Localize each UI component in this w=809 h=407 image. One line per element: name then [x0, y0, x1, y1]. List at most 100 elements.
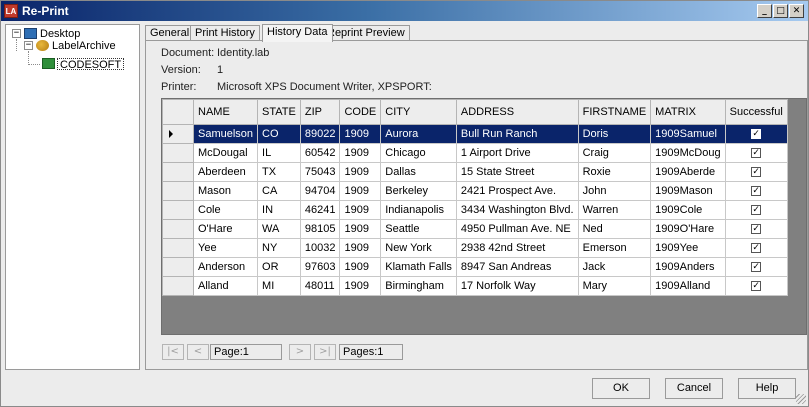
successful-checkbox-cell[interactable]: ✓: [724, 238, 788, 258]
cell-code[interactable]: 1909: [339, 181, 382, 201]
cell-name[interactable]: Mason: [192, 181, 259, 201]
checkbox[interactable]: ✓: [751, 262, 762, 273]
cell-matrix[interactable]: 1909Cole: [650, 200, 726, 220]
cell-zip[interactable]: 89022: [299, 124, 341, 144]
cell-name[interactable]: O'Hare: [192, 219, 259, 239]
tab-reprint-preview[interactable]: Reprint Preview: [322, 25, 410, 41]
row-header[interactable]: [162, 257, 194, 277]
cell-code[interactable]: 1909: [339, 219, 382, 239]
cell-code[interactable]: 1909: [339, 162, 382, 182]
column-header-name[interactable]: NAME: [192, 99, 259, 125]
cell-state[interactable]: WA: [257, 219, 301, 239]
cell-address[interactable]: 1 Airport Drive: [455, 143, 579, 163]
column-header-matrix[interactable]: MATRIX: [650, 99, 726, 125]
cell-state[interactable]: OR: [257, 257, 301, 277]
cell-code[interactable]: 1909: [339, 124, 382, 144]
cell-matrix[interactable]: 1909Yee: [650, 238, 726, 258]
tree-expander-desktop[interactable]: −: [12, 29, 21, 38]
cell-matrix[interactable]: 1909Alland: [650, 276, 726, 296]
cell-name[interactable]: Samuelson: [192, 124, 259, 144]
cell-name[interactable]: Anderson: [192, 257, 259, 277]
cell-name[interactable]: McDougal: [192, 143, 259, 163]
table-row[interactable]: O'Hare WA 98105 1909 Seattle 4950 Pullman Ave…: [162, 219, 788, 239]
tree-item-desktop[interactable]: Desktop: [40, 28, 80, 40]
tree-item-codesoft[interactable]: CODESOFT: [57, 58, 125, 71]
table-row[interactable]: Aberdeen TX 75043 1909 Dallas 15 State Street…: [162, 162, 788, 182]
cell-name[interactable]: Alland: [192, 276, 259, 296]
checkbox[interactable]: ✓: [751, 205, 762, 216]
table-row[interactable]: McDougal IL 60542 1909 Chicago 1 Airport Driv…: [162, 143, 788, 163]
cell-state[interactable]: CA: [257, 181, 301, 201]
cell-address[interactable]: 8947 San Andreas: [455, 257, 579, 277]
cell-firstname[interactable]: Craig: [577, 143, 652, 163]
cell-firstname[interactable]: Jack: [577, 257, 652, 277]
cell-state[interactable]: CO: [257, 124, 301, 144]
cell-address[interactable]: 2938 42nd Street: [455, 238, 579, 258]
cell-zip[interactable]: 94704: [299, 181, 341, 201]
cell-firstname[interactable]: Roxie: [577, 162, 652, 182]
cell-zip[interactable]: 46241: [299, 200, 341, 220]
data-table[interactable]: NAME STATE ZIP CODE CITY ADDRESS FIRSTNAME MATR…: [162, 99, 788, 296]
table-row[interactable]: Mason CA 94704 1909 Berkeley 2421 Prospect Av…: [162, 181, 788, 201]
cell-state[interactable]: NY: [257, 238, 301, 258]
cell-zip[interactable]: 60542: [299, 143, 341, 163]
row-header[interactable]: [162, 162, 194, 182]
successful-checkbox-cell[interactable]: ✓: [724, 200, 788, 220]
first-page-button[interactable]: |<: [162, 344, 184, 360]
column-header-state[interactable]: STATE: [257, 99, 301, 125]
cell-zip[interactable]: 75043: [299, 162, 341, 182]
cell-code[interactable]: 1909: [339, 143, 382, 163]
tab-general[interactable]: General: [145, 25, 195, 41]
cell-firstname[interactable]: John: [577, 181, 652, 201]
ok-button[interactable]: OK: [592, 378, 650, 399]
title-bar[interactable]: LA Re-Print _ □ ✕: [1, 1, 808, 21]
successful-checkbox-cell[interactable]: ✓: [724, 219, 788, 239]
cell-address[interactable]: 4950 Pullman Ave. NE: [455, 219, 579, 239]
successful-checkbox-cell[interactable]: ✓: [724, 181, 788, 201]
cell-name[interactable]: Cole: [192, 200, 259, 220]
cell-code[interactable]: 1909: [339, 200, 382, 220]
row-header[interactable]: [162, 124, 194, 144]
cell-city[interactable]: Aurora: [380, 124, 457, 144]
minimize-button[interactable]: _: [757, 4, 772, 18]
table-row[interactable]: Anderson OR 97603 1909 Klamath Falls 8947 San…: [162, 257, 788, 277]
tab-print-history[interactable]: Print History: [190, 25, 260, 41]
table-row[interactable]: Samuelson CO 89022 1909 Aurora Bull Run Ranch…: [162, 124, 788, 144]
cell-city[interactable]: New York: [380, 238, 457, 258]
cell-city[interactable]: Klamath Falls: [380, 257, 457, 277]
cell-state[interactable]: IL: [257, 143, 301, 163]
history-data-grid[interactable]: NAME STATE ZIP CODE CITY ADDRESS FIRSTNAME MATR…: [161, 98, 807, 335]
cell-address[interactable]: 17 Norfolk Way: [455, 276, 579, 296]
cell-state[interactable]: MI: [257, 276, 301, 296]
cell-firstname[interactable]: Warren: [577, 200, 652, 220]
column-header-zip[interactable]: ZIP: [299, 99, 341, 125]
checkbox[interactable]: ✓: [751, 186, 762, 197]
cell-matrix[interactable]: 1909McDoug: [650, 143, 726, 163]
cell-zip[interactable]: 97603: [299, 257, 341, 277]
checkbox[interactable]: ✓: [751, 243, 762, 254]
help-button[interactable]: Help: [738, 378, 796, 399]
column-header-address[interactable]: ADDRESS: [455, 99, 579, 125]
cell-address[interactable]: 2421 Prospect Ave.: [455, 181, 579, 201]
successful-checkbox-cell[interactable]: ✓: [724, 162, 788, 182]
cell-city[interactable]: Seattle: [380, 219, 457, 239]
cell-city[interactable]: Dallas: [380, 162, 457, 182]
row-header[interactable]: [162, 219, 194, 239]
column-header-firstname[interactable]: FIRSTNAME: [577, 99, 652, 125]
cell-zip[interactable]: 10032: [299, 238, 341, 258]
row-header[interactable]: [162, 181, 194, 201]
cell-matrix[interactable]: 1909Samuel: [650, 124, 726, 144]
checkbox[interactable]: ✓: [751, 281, 762, 292]
column-header-successful[interactable]: Successful: [724, 99, 788, 125]
cell-matrix[interactable]: 1909Mason: [650, 181, 726, 201]
resize-grip[interactable]: [796, 394, 806, 404]
column-header-city[interactable]: CITY: [380, 99, 457, 125]
close-button[interactable]: ✕: [789, 4, 804, 18]
checkbox[interactable]: ✓: [751, 224, 762, 235]
cell-code[interactable]: 1909: [339, 257, 382, 277]
successful-checkbox-cell[interactable]: ✓: [724, 124, 788, 144]
tree-item-labelarchive[interactable]: LabelArchive: [52, 40, 116, 52]
tree-expander-labelarchive[interactable]: −: [24, 41, 33, 50]
checkbox[interactable]: ✓: [751, 148, 762, 159]
cell-code[interactable]: 1909: [339, 238, 382, 258]
